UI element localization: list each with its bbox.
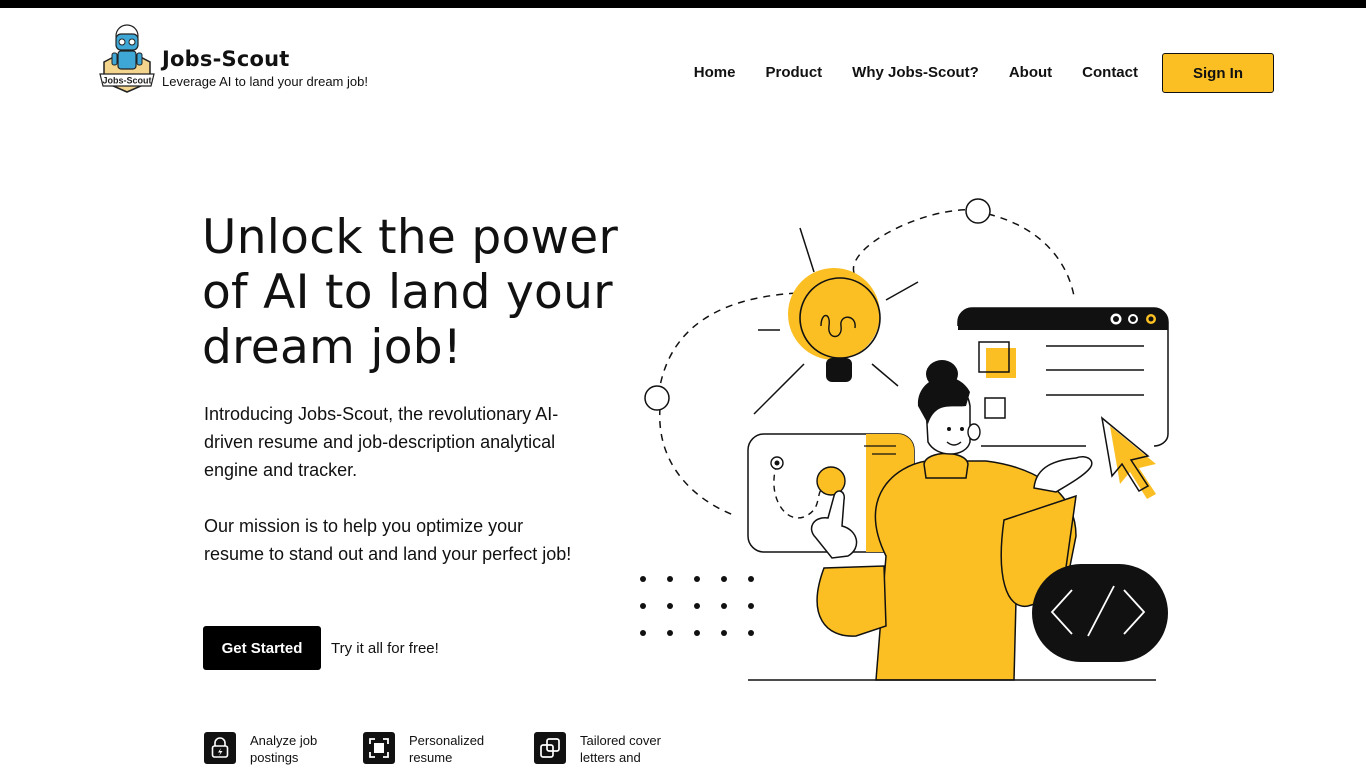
- hero-mission: Our mission is to help you optimize your…: [204, 516, 572, 564]
- nav-contact[interactable]: Contact: [1082, 53, 1138, 93]
- feature-text: Analyze job postings: [250, 733, 318, 765]
- free-trial-note: Try it all for free!: [331, 639, 439, 657]
- nav-about[interactable]: About: [1009, 53, 1052, 93]
- feature-item: Analyze job postings: [204, 732, 363, 766]
- brand[interactable]: Jobs-Scout Jobs-Scout Leverage AI to lan…: [98, 22, 368, 96]
- orbit-node: [965, 198, 991, 224]
- hero-title: Unlock the power of AI to land your drea…: [202, 210, 662, 375]
- nav-why-jobs-scout[interactable]: Why Jobs-Scout?: [852, 53, 979, 93]
- logo-text: Jobs-Scout: [102, 76, 151, 86]
- dot-grid-decoration: [640, 576, 754, 636]
- brand-title: Jobs-Scout: [162, 47, 290, 71]
- feature-text: Personalized resume: [409, 733, 485, 765]
- layers-icon: [534, 732, 566, 764]
- hero-title-line-2: of AI to land your: [202, 265, 613, 320]
- lock-bolt-icon: [204, 732, 236, 764]
- feature-list: Analyze job postings Personalized resume…: [204, 732, 690, 766]
- hero-intro: Introducing Jobs-Scout, the revolutionar…: [204, 404, 559, 480]
- feature-item: Personalized resume: [363, 732, 534, 766]
- nav-home[interactable]: Home: [694, 53, 736, 93]
- orbit-node: [644, 385, 670, 411]
- nav-product[interactable]: Product: [765, 53, 822, 93]
- lightbulb-icon: [753, 227, 919, 415]
- main-nav: Home Product Why Jobs-Scout? About Conta…: [694, 53, 1274, 93]
- hero-illustration: [640, 198, 1169, 681]
- cta-row: Get Started Try it all for free!: [203, 626, 439, 670]
- hero-title-line-3: dream job!: [202, 320, 463, 375]
- frame-icon: [363, 732, 395, 764]
- get-started-button[interactable]: Get Started: [203, 626, 321, 670]
- feature-text: Tailored cover letters and: [580, 733, 661, 765]
- code-badge-icon: [1032, 564, 1168, 662]
- browser-window-icon: [957, 307, 1169, 447]
- hero-title-line-1: Unlock the power: [202, 210, 619, 265]
- brand-tagline: Leverage AI to land your dream job!: [162, 74, 368, 89]
- robot-logo-icon: Jobs-Scout: [99, 24, 155, 93]
- feature-item: Tailored cover letters and: [534, 732, 690, 766]
- sign-in-button[interactable]: Sign In: [1162, 53, 1274, 93]
- top-bar: [0, 0, 1366, 8]
